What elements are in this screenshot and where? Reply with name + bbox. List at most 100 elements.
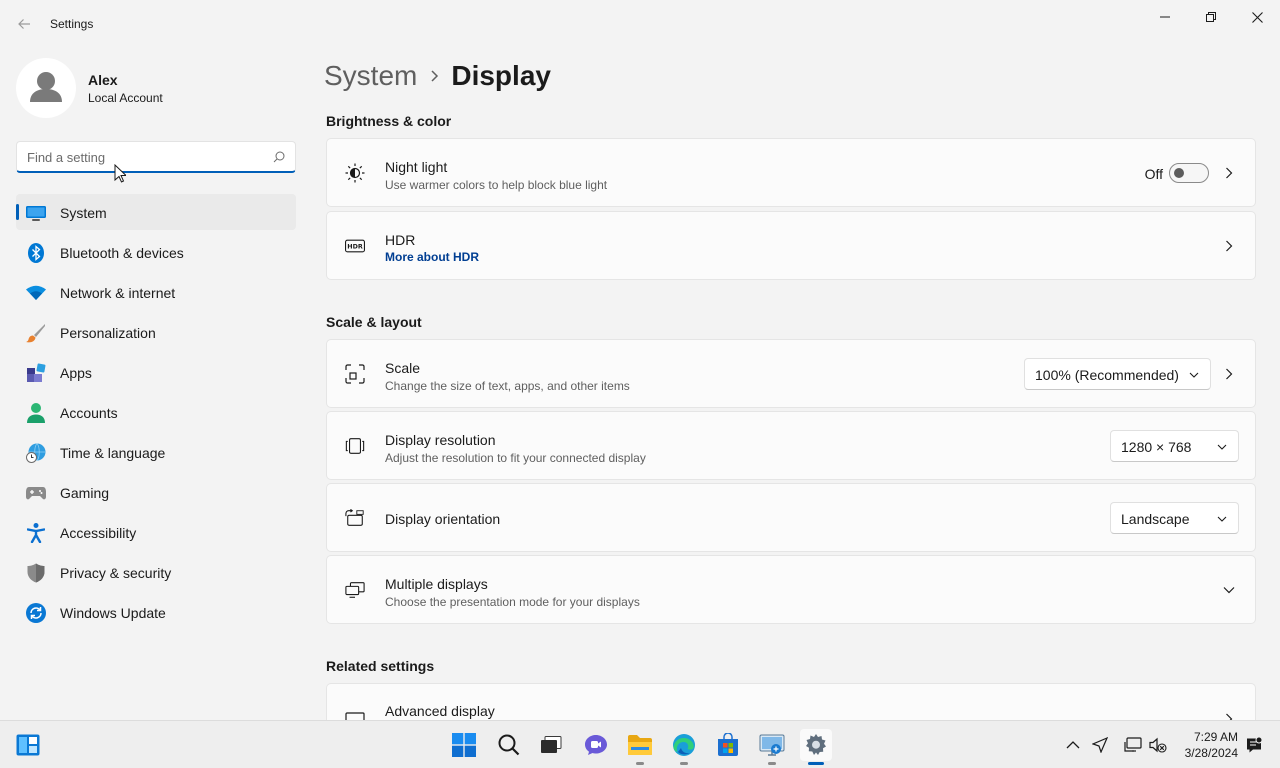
taskbar: 7:29 AM 3/28/2024	[0, 720, 1280, 768]
edge-button[interactable]	[668, 729, 700, 765]
account-type: Local Account	[88, 91, 163, 105]
scale-card[interactable]: Scale Change the size of text, apps, and…	[326, 339, 1256, 408]
orientation-title: Display orientation	[385, 511, 501, 527]
notification-button[interactable]	[1244, 735, 1264, 755]
resolution-dropdown[interactable]: 1280 × 768	[1110, 430, 1239, 462]
resolution-subtitle: Adjust the resolution to fit your connec…	[385, 451, 646, 465]
search-placeholder: Find a setting	[27, 150, 106, 165]
restore-icon	[1206, 12, 1216, 22]
back-button[interactable]	[12, 12, 36, 36]
scale-title: Scale	[385, 360, 421, 376]
chat-button[interactable]	[580, 729, 612, 761]
sidebar-item-label: Bluetooth & devices	[60, 245, 184, 261]
sidebar-item-gaming[interactable]: Gaming	[16, 474, 296, 510]
taskbar-search-button[interactable]	[493, 729, 525, 761]
file-explorer-button[interactable]	[624, 729, 656, 765]
chevron-down-icon[interactable]	[1221, 582, 1237, 598]
orientation-dropdown[interactable]: Landscape	[1110, 502, 1239, 534]
widgets-button[interactable]	[12, 729, 44, 761]
scale-dropdown[interactable]: 100% (Recommended)	[1024, 358, 1211, 390]
chevron-right-icon	[1221, 238, 1237, 254]
multiple-displays-card[interactable]: Multiple displays Choose the presentatio…	[326, 555, 1256, 624]
chevron-down-icon	[1216, 441, 1228, 453]
sidebar-item-time-language[interactable]: Time & language	[16, 434, 296, 470]
volume-muted-icon	[1149, 737, 1167, 753]
store-button[interactable]	[712, 729, 744, 761]
night-light-toggle[interactable]	[1169, 163, 1209, 183]
hdr-link[interactable]: More about HDR	[385, 250, 479, 264]
breadcrumb-parent[interactable]: System	[324, 60, 417, 92]
sidebar-item-label: Accessibility	[60, 525, 137, 541]
start-button[interactable]	[448, 729, 480, 761]
section-title-brightness: Brightness & color	[326, 113, 452, 129]
volume-button[interactable]	[1148, 735, 1168, 755]
chevron-right-icon	[1221, 366, 1237, 382]
settings-button[interactable]	[800, 729, 832, 765]
sidebar-item-accounts[interactable]: Accounts	[16, 394, 296, 430]
night-light-state: Off	[1144, 166, 1163, 182]
section-title-related: Related settings	[326, 658, 435, 674]
sidebar-item-accessibility[interactable]: Accessibility	[16, 514, 296, 550]
hdr-card[interactable]: HDR HDR More about HDR	[326, 211, 1256, 280]
running-indicator	[768, 762, 776, 765]
edge-icon	[673, 734, 695, 756]
network-icon	[1124, 737, 1142, 752]
close-button[interactable]	[1234, 2, 1280, 32]
file-explorer-icon	[628, 735, 652, 755]
avatar	[16, 58, 76, 118]
sidebar-item-label: Windows Update	[60, 605, 166, 621]
restore-button[interactable]	[1188, 2, 1234, 32]
location-icon	[1092, 737, 1108, 753]
widgets-icon	[16, 734, 40, 756]
sidebar-item-label: System	[60, 205, 107, 221]
sidebar-item-apps[interactable]: Apps	[16, 354, 296, 390]
start-icon	[452, 733, 476, 757]
resolution-card: Display resolution Adjust the resolution…	[326, 411, 1256, 480]
sidebar-item-bluetooth[interactable]: Bluetooth & devices	[16, 234, 296, 270]
remote-desktop-button[interactable]	[756, 729, 788, 765]
toggle-knob	[1174, 168, 1184, 178]
wifi-icon	[26, 283, 46, 303]
sidebar-item-label: Network & internet	[60, 285, 176, 301]
store-icon	[718, 733, 738, 756]
running-indicator	[808, 762, 824, 765]
sidebar-nav: System Bluetooth & devices Network & int…	[16, 194, 296, 634]
notification-icon	[1247, 736, 1262, 753]
task-view-icon	[541, 736, 562, 753]
chevron-up-icon	[1066, 741, 1080, 749]
svg-text:HDR: HDR	[347, 244, 363, 251]
taskbar-clock[interactable]: 7:29 AM 3/28/2024	[1176, 729, 1238, 761]
sidebar-item-label: Personalization	[60, 325, 156, 341]
minimize-icon	[1160, 16, 1170, 18]
scale-subtitle: Change the size of text, apps, and other…	[385, 379, 630, 393]
accessibility-icon	[26, 523, 46, 543]
sidebar-item-label: Accounts	[60, 405, 118, 421]
sidebar-item-network[interactable]: Network & internet	[16, 274, 296, 310]
resolution-icon	[345, 436, 365, 456]
hdr-icon: HDR	[345, 236, 365, 256]
task-view-button[interactable]	[535, 729, 567, 761]
sidebar-item-label: Privacy & security	[60, 565, 172, 581]
sidebar-item-privacy[interactable]: Privacy & security	[16, 554, 296, 590]
advanced-display-card[interactable]: Advanced display	[326, 683, 1256, 720]
gamepad-icon	[26, 483, 46, 503]
sidebar-item-system[interactable]: System	[16, 194, 296, 230]
location-button[interactable]	[1090, 735, 1110, 755]
multiple-displays-title: Multiple displays	[385, 576, 488, 592]
sidebar-item-personalization[interactable]: Personalization	[16, 314, 296, 350]
network-button[interactable]	[1123, 735, 1143, 755]
night-light-card[interactable]: Night light Use warmer colors to help bl…	[326, 138, 1256, 207]
night-light-title: Night light	[385, 159, 448, 175]
running-indicator	[680, 762, 688, 765]
person-icon	[30, 72, 62, 102]
globe-clock-icon	[26, 443, 46, 463]
system-icon	[26, 203, 46, 223]
resolution-value: 1280 × 768	[1121, 439, 1192, 455]
chevron-down-icon	[1216, 513, 1228, 525]
search-input[interactable]: Find a setting	[16, 141, 296, 173]
close-icon	[1251, 11, 1263, 23]
minimize-button[interactable]	[1142, 2, 1188, 32]
sidebar-item-windows-update[interactable]: Windows Update	[16, 594, 296, 630]
section-title-scale-layout: Scale & layout	[326, 314, 422, 330]
show-hidden-icons-button[interactable]	[1063, 735, 1083, 755]
